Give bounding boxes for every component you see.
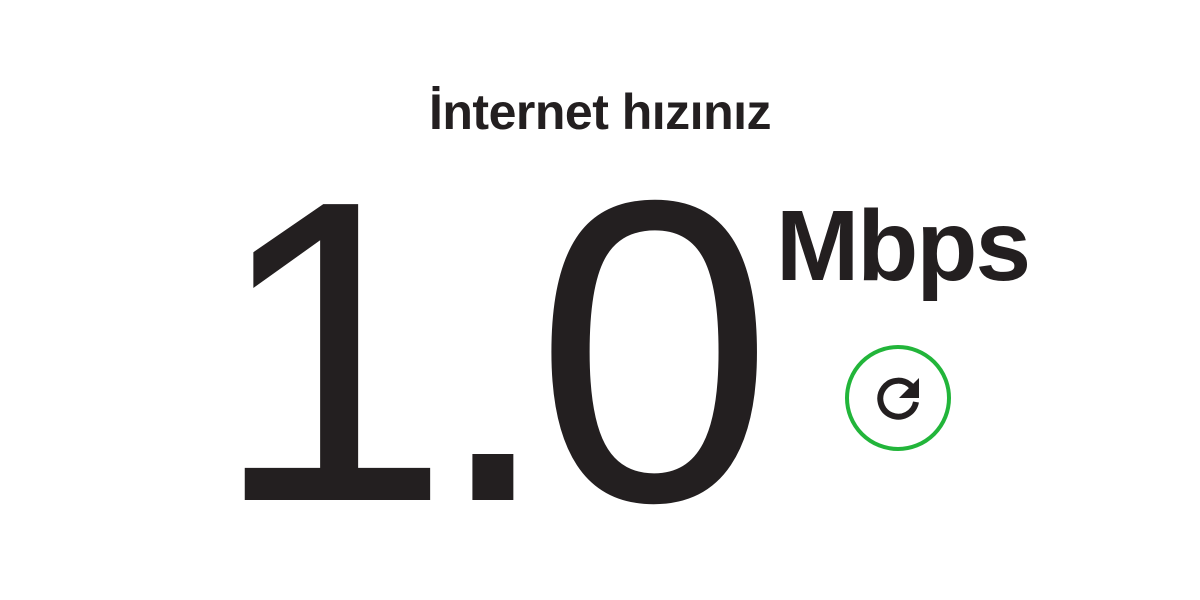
speed-unit: Mbps (776, 190, 1031, 302)
speed-value: 1.0 (212, 112, 774, 592)
refresh-icon (877, 377, 919, 420)
refresh-button[interactable] (845, 345, 951, 451)
